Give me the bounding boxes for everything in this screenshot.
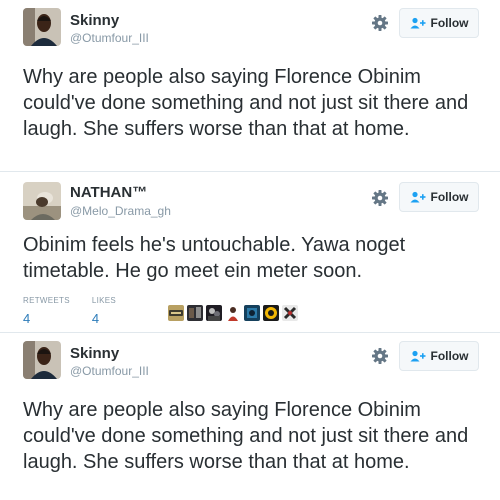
follow-label: Follow	[430, 190, 469, 204]
follow-icon	[410, 350, 426, 362]
follow-icon	[410, 191, 426, 203]
retweets-count: 4	[23, 311, 31, 326]
follow-button[interactable]: Follow	[399, 341, 479, 371]
follow-button[interactable]: Follow	[399, 182, 479, 212]
likes-count: 4	[91, 311, 100, 326]
avatar[interactable]	[23, 341, 61, 379]
retweets-label: RETWEETS	[23, 296, 70, 305]
liker-avatar[interactable]	[263, 305, 279, 321]
display-name[interactable]: NATHAN™	[70, 184, 147, 201]
liker-avatars	[168, 305, 301, 321]
liker-avatar[interactable]	[225, 305, 241, 321]
liker-avatar[interactable]	[206, 305, 222, 321]
tweet-1: Skinny @Otumfour_III Follow Why are peop…	[0, 0, 500, 170]
tweet-text: Obinim feels he's untouchable. Yawa noge…	[23, 234, 406, 282]
likes-stat[interactable]: LIKES 4	[92, 296, 116, 326]
tweet-stats: RETWEETS 4 LIKES 4	[23, 296, 138, 326]
gear-icon[interactable]	[371, 347, 389, 365]
follow-label: Follow	[430, 349, 469, 363]
retweets-stat[interactable]: RETWEETS 4	[23, 296, 70, 326]
tweet-text: Why are people also saying Florence Obin…	[23, 66, 469, 140]
liker-avatar[interactable]	[244, 305, 260, 321]
username[interactable]: @Melo_Drama_gh	[70, 204, 171, 218]
liker-avatar[interactable]	[282, 305, 298, 321]
avatar[interactable]	[23, 182, 61, 220]
follow-button[interactable]: Follow	[399, 8, 479, 38]
follow-icon	[410, 17, 426, 29]
username[interactable]: @Otumfour_III	[70, 364, 149, 378]
tweet-text: Why are people also saying Florence Obin…	[23, 399, 469, 473]
liker-avatar[interactable]	[168, 305, 184, 321]
gear-icon[interactable]	[371, 189, 389, 207]
follow-label: Follow	[430, 16, 469, 30]
likes-label: LIKES	[91, 296, 117, 305]
username[interactable]: @Otumfour_III	[70, 31, 149, 45]
display-name[interactable]: Skinny	[70, 345, 119, 362]
display-name[interactable]: Skinny	[70, 12, 119, 29]
gear-icon[interactable]	[371, 14, 389, 32]
avatar[interactable]	[23, 8, 61, 46]
liker-avatar[interactable]	[187, 305, 203, 321]
tweet-3: Skinny @Otumfour_III Follow Why are peop…	[0, 333, 500, 500]
